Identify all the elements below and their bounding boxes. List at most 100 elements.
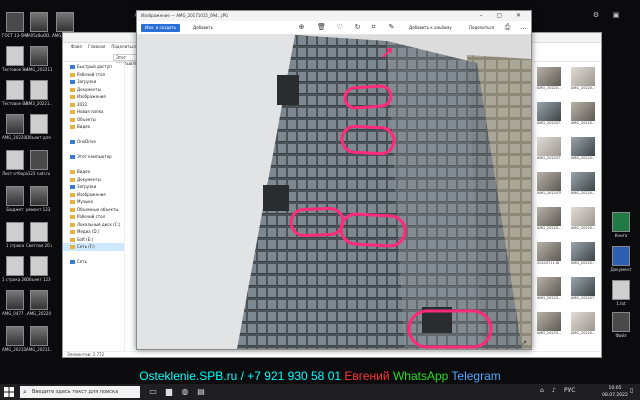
ribbon-tab[interactable]: Файл — [71, 43, 82, 51]
taskbar-search-box[interactable]: ⌕ Введите здесь текст для поиска — [20, 386, 140, 398]
nav-item[interactable]: Загрузки — [63, 78, 124, 86]
file-thumbnail[interactable]: AMG_20220... — [537, 67, 561, 93]
desktop-icon[interactable]: 123 rudr.ru — [26, 150, 52, 180]
window-controls[interactable]: – ▢ ✕ — [479, 11, 527, 21]
nav-item[interactable]: Рабочий стол — [63, 213, 124, 221]
file-thumbnail[interactable]: AMG_20220... — [571, 172, 595, 198]
desktop-icon[interactable]: Бюджет — [2, 186, 28, 216]
desktop-icon[interactable]: 1 строка 26.ru — [2, 256, 28, 286]
desktop-icon[interactable]: ремонт 123.rudr.ru — [26, 186, 52, 216]
nav-item[interactable] — [63, 161, 124, 169]
network-icon[interactable]: ⌂ — [540, 387, 544, 394]
file-thumbnail[interactable]: AMG_20220711-W... — [537, 102, 561, 128]
nav-item[interactable]: 2022 — [63, 101, 124, 109]
crop-icon[interactable]: ⌗ — [369, 23, 378, 32]
ribbon-tab[interactable]: Главная — [88, 43, 105, 51]
nav-item[interactable]: Документы — [63, 86, 124, 94]
word-file-icon[interactable]: Документ — [608, 246, 634, 276]
nav-item[interactable]: Этот компьютер — [63, 153, 124, 161]
desktop-icon[interactable]: Объект для ... — [26, 114, 52, 144]
nav-item[interactable]: Изображения — [63, 191, 124, 199]
file-thumbnail[interactable]: AMG_20220... — [571, 67, 595, 93]
file-thumbnail[interactable]: 20220711-W 5580.jpg — [537, 242, 561, 268]
desktop-icon[interactable]: Объект 123 рмп — [26, 256, 52, 286]
file-thumbnail[interactable]: AMG_20220... — [571, 242, 595, 268]
file-thumbnail[interactable]: AMG_20220715 3447.jpg — [571, 277, 595, 303]
desktop-icon[interactable]: Светлая 20.ru — [26, 222, 52, 252]
nav-item[interactable]: Музыка — [63, 198, 124, 206]
print-icon[interactable]: ⎙ — [503, 23, 512, 32]
favorite-icon[interactable]: ♡ — [335, 23, 344, 32]
nav-item[interactable]: Объемные объекты — [63, 206, 124, 214]
clock[interactable]: 10:05 08.07.2022 — [600, 385, 630, 399]
nav-item[interactable]: Новая папка — [63, 108, 124, 116]
desktop-icon[interactable]: 1 строка — [2, 222, 28, 252]
file-thumbnail[interactable]: AMG_20220... — [537, 277, 561, 303]
rotate-icon[interactable]: ↻ — [353, 23, 362, 32]
draw-icon[interactable]: ✎ — [387, 23, 396, 32]
nav-item[interactable] — [63, 251, 124, 259]
file-icon — [6, 326, 24, 346]
keyboard-lang[interactable]: РУС — [564, 387, 575, 394]
desktop-icon[interactable]: AMG_20221111 — [26, 46, 52, 76]
nav-item[interactable] — [63, 131, 124, 139]
file-icon-2[interactable]: Файл — [608, 312, 634, 342]
photos-app-icon[interactable]: ▤ — [194, 386, 208, 398]
desktop-icon[interactable]: ГОСТ 13-5МР — [2, 12, 28, 42]
windows-start-icon[interactable] — [4, 387, 14, 397]
file-thumbnail[interactable]: AMG_20220... — [571, 137, 595, 163]
desktop-icon[interactable]: Тестовое Видео 2022... — [2, 80, 28, 110]
edit-create-button[interactable]: Изм. и создать — [141, 24, 181, 32]
desktop-icon[interactable]: Лист отбора деталей ... — [2, 150, 28, 180]
nav-item[interactable]: Рабочий стол — [63, 71, 124, 79]
zoom-in-icon[interactable]: ⊕ — [297, 23, 306, 32]
nav-item[interactable]: Изображения — [63, 93, 124, 101]
nav-item[interactable]: Сеть — [63, 258, 124, 266]
window-icon[interactable]: ▣ — [610, 10, 622, 20]
file-thumbnail[interactable]: AMG_20220... — [537, 312, 561, 338]
file-thumbnail[interactable]: AMG_20220711 W 5580.jpg — [537, 137, 561, 163]
desktop-icon[interactable]: rAR5c8uOD.. — [26, 12, 52, 42]
excel-file-icon[interactable]: Книга — [608, 212, 634, 242]
browser-app-icon[interactable]: ◍ — [178, 386, 192, 398]
task-view-icon[interactable]: ▭ — [146, 386, 160, 398]
nav-item[interactable]: Документы — [63, 176, 124, 184]
nav-item[interactable]: Сеть (F:) — [63, 243, 124, 251]
add-button[interactable]: Добавить — [193, 24, 213, 32]
file-thumbnail[interactable]: AMG_20220... — [571, 312, 595, 338]
settings-icon[interactable]: ⚙ — [590, 10, 602, 20]
file-thumbnail[interactable]: AMG_20220... — [571, 207, 595, 233]
file-thumbnail[interactable]: AMG_20220701-W 5580.jpg — [537, 172, 561, 198]
more-icon[interactable]: … — [519, 23, 528, 32]
nav-item[interactable]: Загрузки — [63, 183, 124, 191]
nav-item[interactable]: Видео — [63, 123, 124, 131]
desktop-icon[interactable]: AMG_20220 — [26, 290, 52, 320]
nav-item[interactable]: Объекты — [63, 116, 124, 124]
share-button[interactable]: Поделиться — [469, 24, 494, 32]
explorer-app-icon[interactable]: ▆ — [162, 386, 176, 398]
nav-item[interactable]: Медиа (D:) — [63, 228, 124, 236]
nav-item[interactable]: Локальный диск (C:) — [63, 221, 124, 229]
nav-item[interactable]: OneDrive — [63, 138, 124, 146]
notifications-icon[interactable]: ▯ — [630, 387, 633, 394]
desktop-icon[interactable]: AMG_0477 ... — [2, 290, 28, 320]
desktop-icon[interactable]: AMG_20220... — [2, 114, 28, 144]
desktop-icon[interactable]: RM3_20221... — [26, 80, 52, 110]
volume-icon[interactable]: ♪ — [552, 387, 556, 394]
nav-item[interactable] — [63, 146, 124, 154]
desktop-icon[interactable]: AMG_20211... — [26, 326, 52, 356]
delete-icon[interactable]: 🗑 — [317, 23, 326, 32]
file-icon[interactable]: 1.txt — [608, 280, 634, 310]
desktop-icon[interactable]: Тестовое Видео 2022... — [2, 46, 28, 76]
file-thumbnail[interactable]: AMG_20220... — [571, 102, 595, 128]
nav-item-label: Быстрый доступ — [77, 64, 112, 69]
nav-item[interactable]: Видео — [63, 168, 124, 176]
file-icon — [6, 46, 24, 66]
file-thumbnail[interactable]: AMG_20220... — [537, 207, 561, 233]
expand-icon[interactable]: ↗ — [521, 339, 527, 347]
add-to-album-button[interactable]: Добавить к альбому — [409, 24, 452, 32]
desktop-icon[interactable]: AMG_20210... — [2, 326, 28, 356]
nav-item[interactable]: Быстрый доступ — [63, 63, 124, 71]
ribbon-tab[interactable]: Поделиться — [111, 43, 136, 51]
nav-item[interactable]: Soft (E:) — [63, 236, 124, 244]
